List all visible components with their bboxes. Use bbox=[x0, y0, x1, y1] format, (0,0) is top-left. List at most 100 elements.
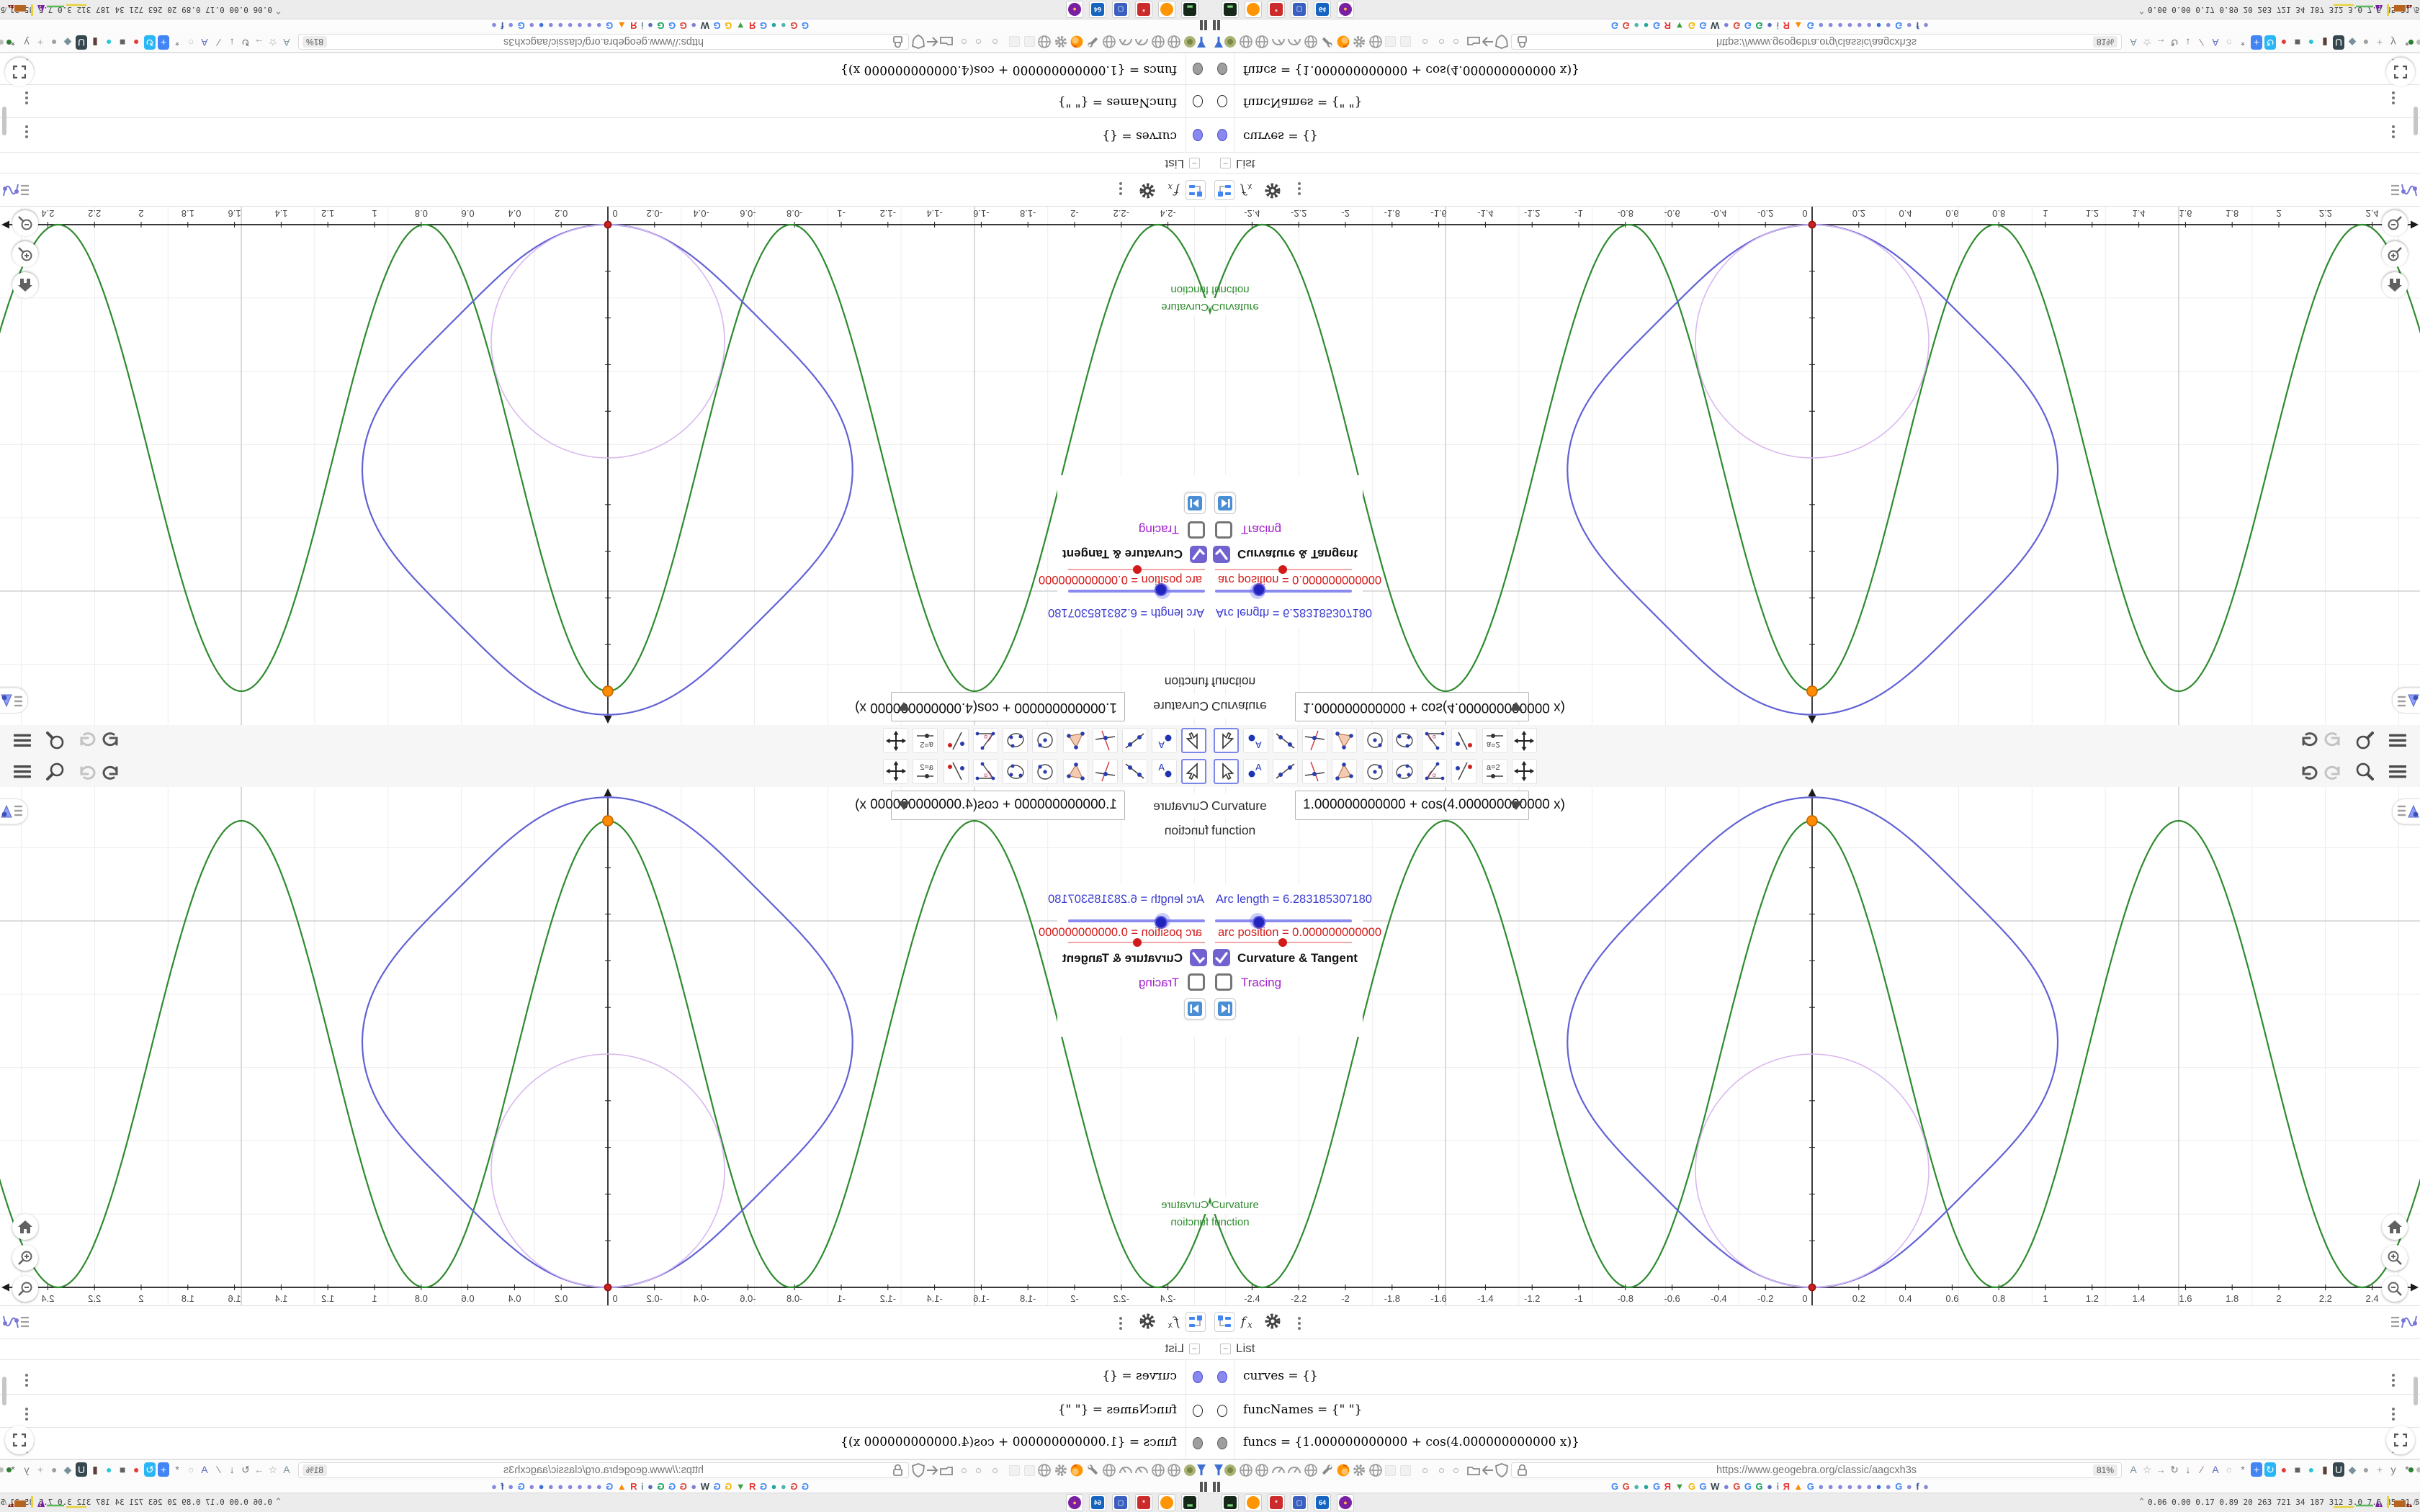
visibility-toggle[interactable] bbox=[1217, 95, 1227, 107]
olive-extension-icon[interactable] bbox=[1223, 1463, 1237, 1477]
arc-position-slider-thumb[interactable] bbox=[1278, 565, 1287, 574]
tracing-checkbox[interactable] bbox=[1215, 521, 1232, 539]
monitor-app[interactable]: ▢ bbox=[1112, 1494, 1129, 1511]
browser-extension-icon[interactable]: ↓ bbox=[2182, 35, 2194, 50]
tab-favicon[interactable]: G bbox=[518, 19, 525, 31]
tab-favicon[interactable]: ● bbox=[548, 1481, 554, 1493]
tab-favicon[interactable]: f bbox=[1916, 1481, 1919, 1493]
browser-extension-icon[interactable]: y bbox=[21, 1462, 32, 1477]
graphics-stylebar-button[interactable] bbox=[2392, 798, 2420, 824]
browser-extension-icon[interactable]: ■ bbox=[117, 1462, 128, 1477]
tab-favicon[interactable]: G bbox=[1623, 1481, 1630, 1493]
tab-favicon[interactable]: ▼ bbox=[736, 19, 745, 31]
tab-favicon[interactable]: G bbox=[760, 1481, 767, 1493]
browser-extension-icon[interactable]: ● bbox=[2305, 35, 2317, 50]
tab-favicon[interactable]: Я bbox=[1783, 19, 1790, 31]
browser-extension-icon[interactable]: y bbox=[2388, 1462, 2399, 1477]
tab-favicon[interactable]: ● bbox=[1876, 19, 1882, 31]
redo-button[interactable] bbox=[2323, 761, 2345, 783]
sort-by-type-button[interactable] bbox=[1214, 1312, 1234, 1332]
zoom-in-button[interactable] bbox=[2382, 1245, 2408, 1271]
algebra-row-curves[interactable]: curves = {} bbox=[1210, 1359, 2420, 1394]
folder-icon[interactable] bbox=[939, 35, 954, 49]
browser-extension-icon[interactable]: * bbox=[171, 1462, 183, 1477]
tab-favicon[interactable]: G bbox=[725, 1481, 732, 1493]
wrench-icon[interactable] bbox=[1086, 35, 1101, 49]
taskbar-app-strip[interactable]: ▂ * ▢ 64 ● bbox=[1222, 1494, 1354, 1511]
algebra-group-header[interactable]: − List bbox=[0, 1339, 1210, 1359]
olive-extension-icon[interactable] bbox=[1223, 35, 1237, 49]
browser-extension-icon[interactable]: U bbox=[2333, 1462, 2344, 1477]
algebra-row-funcnames[interactable]: funcNames = {" "} bbox=[0, 85, 1210, 118]
tab-favicon[interactable]: ● bbox=[1857, 1481, 1863, 1493]
home-button[interactable] bbox=[2382, 272, 2408, 298]
arc-length-slider[interactable] bbox=[1215, 590, 1352, 593]
tracing-label[interactable]: Tracing bbox=[1139, 522, 1179, 536]
perpendicular-line-tool[interactable] bbox=[1302, 728, 1327, 753]
tab-favicon[interactable]: G bbox=[1755, 1481, 1762, 1493]
taskbar-app-strip[interactable]: ▂ * ▢ 64 ● bbox=[1222, 1, 1354, 18]
tab-favicon[interactable]: Я bbox=[1664, 19, 1671, 31]
tab-favicon[interactable]: ▼ bbox=[1675, 19, 1684, 31]
firefox-icon[interactable] bbox=[1336, 35, 1350, 49]
reflect-tool[interactable] bbox=[1451, 728, 1476, 753]
algebra-row-funcnames[interactable]: funcNames = {" "} bbox=[0, 1394, 1210, 1427]
tab-favicon[interactable]: G bbox=[713, 1481, 720, 1493]
collapse-icon[interactable]: − bbox=[1220, 1344, 1231, 1354]
zoom-level-badge[interactable]: 81% bbox=[302, 36, 328, 48]
tab-favicon[interactable]: G bbox=[1699, 1481, 1706, 1493]
tab-favicon[interactable]: G bbox=[760, 19, 767, 31]
tab-favicon[interactable]: ● bbox=[508, 19, 514, 31]
algebra-row-funcs[interactable]: funcs = {1.000000000000 + cos(4.00000000… bbox=[1210, 1427, 2420, 1459]
tab-favicon[interactable]: ● bbox=[1906, 1481, 1912, 1493]
browser-extension-icon[interactable]: ● bbox=[103, 1462, 115, 1477]
tab-favicon[interactable]: f bbox=[501, 1481, 503, 1493]
gauge-icon[interactable] bbox=[1271, 1463, 1286, 1477]
monitor-app[interactable]: ▢ bbox=[1112, 1, 1129, 18]
scrollbar-thumb[interactable] bbox=[2, 107, 6, 135]
circle-tool[interactable] bbox=[1032, 728, 1057, 753]
browser-extension-icon[interactable]: * bbox=[171, 35, 183, 50]
tab-favicon[interactable]: G bbox=[1653, 19, 1660, 31]
terminal-app[interactable]: ▂ bbox=[1222, 1, 1239, 18]
redo-button[interactable] bbox=[2323, 729, 2345, 751]
shield-icon[interactable] bbox=[910, 1463, 925, 1477]
browser-extension-icon[interactable]: A bbox=[2128, 35, 2139, 50]
browser-extension-icon[interactable]: ⁄ bbox=[212, 1462, 224, 1477]
taskbar-app-strip[interactable]: ▂ * ▢ 64 ● bbox=[1066, 1494, 1198, 1511]
reflect-tool[interactable] bbox=[944, 759, 969, 784]
move-graphics-tool[interactable] bbox=[883, 728, 908, 753]
globe-icon[interactable] bbox=[1102, 1463, 1116, 1477]
shield-icon[interactable] bbox=[910, 35, 925, 49]
tab-favicon[interactable]: G bbox=[790, 1481, 797, 1493]
visibility-toggle[interactable] bbox=[1193, 1437, 1203, 1449]
tracing-label[interactable]: Tracing bbox=[1241, 522, 1281, 536]
browser-extension-icon[interactable]: A bbox=[199, 35, 210, 50]
tab-favicon[interactable]: ▼ bbox=[1675, 1481, 1684, 1493]
algebra-group-header[interactable]: − List bbox=[0, 153, 1210, 173]
gauge-icon[interactable] bbox=[1134, 35, 1149, 49]
tab-favicon[interactable]: ● bbox=[1644, 1481, 1649, 1493]
undo-button[interactable] bbox=[2297, 729, 2318, 751]
browser-extension-icon[interactable]: ☆ bbox=[267, 35, 279, 50]
angle-tool[interactable]: α bbox=[973, 728, 998, 753]
tab-favicon[interactable]: G bbox=[1611, 19, 1618, 31]
graphics-view[interactable]: -2.4 -2.2 -2 -1.8 -1.6 -1.4 -1.2 -1 -0.8 -0.6 -0.4… bbox=[1210, 207, 2420, 725]
tab-favicon[interactable]: i bbox=[1776, 1481, 1779, 1493]
fullscreen-button[interactable] bbox=[5, 1426, 34, 1454]
globe-icon[interactable] bbox=[1368, 1463, 1383, 1477]
sort-by-type-button[interactable] bbox=[1214, 180, 1234, 200]
browser-extension-icon[interactable]: A bbox=[281, 1462, 292, 1477]
globe-icon[interactable] bbox=[1037, 35, 1052, 49]
tab-favicon[interactable]: G bbox=[1733, 19, 1740, 31]
conic-tool[interactable] bbox=[1003, 728, 1028, 753]
scrollbar-thumb[interactable] bbox=[2414, 107, 2418, 135]
browser-extension-icon[interactable]: ☆ bbox=[2141, 1462, 2153, 1477]
animation-play-button[interactable] bbox=[1214, 492, 1236, 514]
tab-favicon[interactable]: G bbox=[668, 1481, 676, 1493]
menu-button[interactable] bbox=[12, 729, 33, 751]
tab-favicon[interactable]: G bbox=[1807, 19, 1814, 31]
tab-favicon[interactable]: ● bbox=[781, 1481, 786, 1493]
zoom-in-button[interactable] bbox=[12, 1245, 38, 1271]
browser-extension-icon[interactable]: ● bbox=[2360, 35, 2372, 50]
